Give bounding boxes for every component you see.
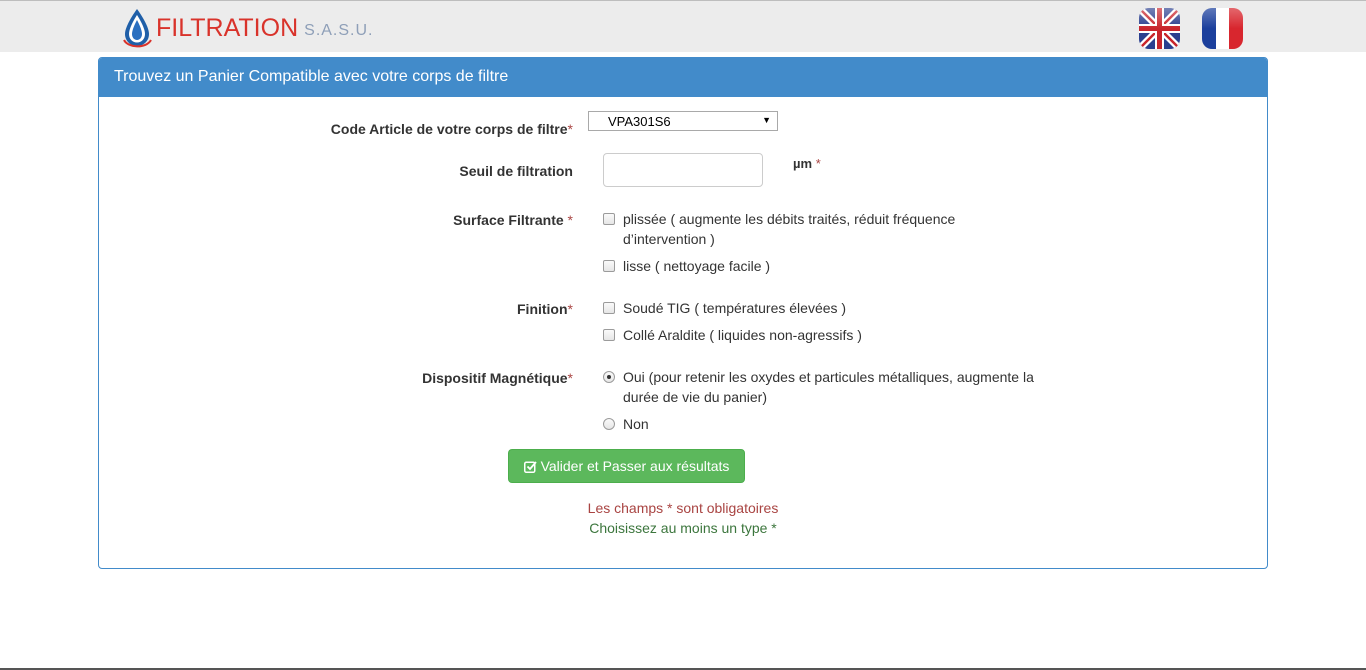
validate-submit-button[interactable]: Valider et Passer aux résultats [508,449,745,483]
dispositif-magnetique-label: Dispositif Magnétique* [422,370,573,386]
brand-name: FILTRATION [156,13,299,42]
finition-label-text: Finition [517,301,568,317]
top-header-bar: FILTRATION S.A.S.U. [0,0,1366,52]
oui-label: Oui (pour retenir les oxydes et particul… [623,367,1034,407]
colle-araldite-checkbox[interactable] [603,329,615,341]
colle-araldite-label: Collé Araldite ( liquides non-agressifs … [623,327,862,343]
surface-filtrante-label-text: Surface Filtrante [453,212,564,228]
water-drop-logo-icon [123,9,152,48]
oui-radio[interactable] [603,371,615,383]
french-flag-icon[interactable] [1202,8,1243,49]
dropdown-arrow-icon: ▼ [762,115,771,125]
code-article-selected-value: VPA301S6 [608,114,671,129]
required-asterisk: * [567,121,573,137]
panel-title: Trouvez un Panier Compatible avec votre … [99,58,1267,97]
oui-label-line1: Oui (pour retenir les oxydes et particul… [623,369,1034,385]
required-asterisk: * [567,370,573,386]
english-flag-icon[interactable] [1139,8,1180,49]
surface-filtrante-label: Surface Filtrante * [453,212,573,228]
required-asterisk: * [815,156,821,171]
surface-option-lisse[interactable]: lisse ( nettoyage facile ) [603,256,770,276]
finition-option-colle-araldite[interactable]: Collé Araldite ( liquides non-agressifs … [603,325,862,345]
soude-tig-checkbox[interactable] [603,302,615,314]
code-article-select[interactable]: VPA301S6 ▼ [588,111,778,131]
seuil-unit-label: µm * [793,156,821,171]
choose-type-note: Choisissez au moins un type * [589,520,777,536]
lisse-checkbox[interactable] [603,260,615,272]
magnetic-option-non[interactable]: Non [603,414,649,434]
plissee-label: plissée ( augmente les débits traités, r… [623,209,955,249]
code-article-label-text: Code Article de votre corps de filtre [330,121,568,137]
seuil-unit-text: µm [793,156,813,171]
soude-tig-label: Soudé TIG ( températures élevées ) [623,300,847,316]
seuil-label-text: Seuil de filtration [459,163,573,179]
brand-suffix: S.A.S.U. [304,22,374,39]
non-radio[interactable] [603,418,615,430]
required-asterisk: * [567,301,573,317]
plissee-label-line2: d’intervention ) [623,231,715,247]
dispositif-magnetique-label-text: Dispositif Magnétique [422,370,568,386]
required-asterisk: * [567,212,573,228]
required-fields-note: Les champs * sont obligatoires [587,500,779,516]
oui-label-line2: durée de vie du panier) [623,389,767,405]
seuil-input[interactable] [603,153,763,187]
finition-label: Finition* [517,301,573,317]
edit-check-icon [523,460,537,473]
plissee-checkbox[interactable] [603,213,615,225]
surface-option-plissee[interactable]: plissée ( augmente les débits traités, r… [603,209,955,249]
validate-button-label: Valider et Passer aux résultats [540,458,730,474]
seuil-label: Seuil de filtration [459,163,573,179]
magnetic-option-oui[interactable]: Oui (pour retenir les oxydes et particul… [603,367,1034,407]
code-article-label: Code Article de votre corps de filtre* [331,121,573,137]
non-label: Non [623,416,649,432]
brand-logo[interactable]: FILTRATION S.A.S.U. [122,7,374,49]
lisse-label: lisse ( nettoyage facile ) [623,258,771,274]
finition-option-soude-tig[interactable]: Soudé TIG ( températures élevées ) [603,298,846,318]
plissee-label-line1: plissée ( augmente les débits traités, r… [623,211,956,227]
